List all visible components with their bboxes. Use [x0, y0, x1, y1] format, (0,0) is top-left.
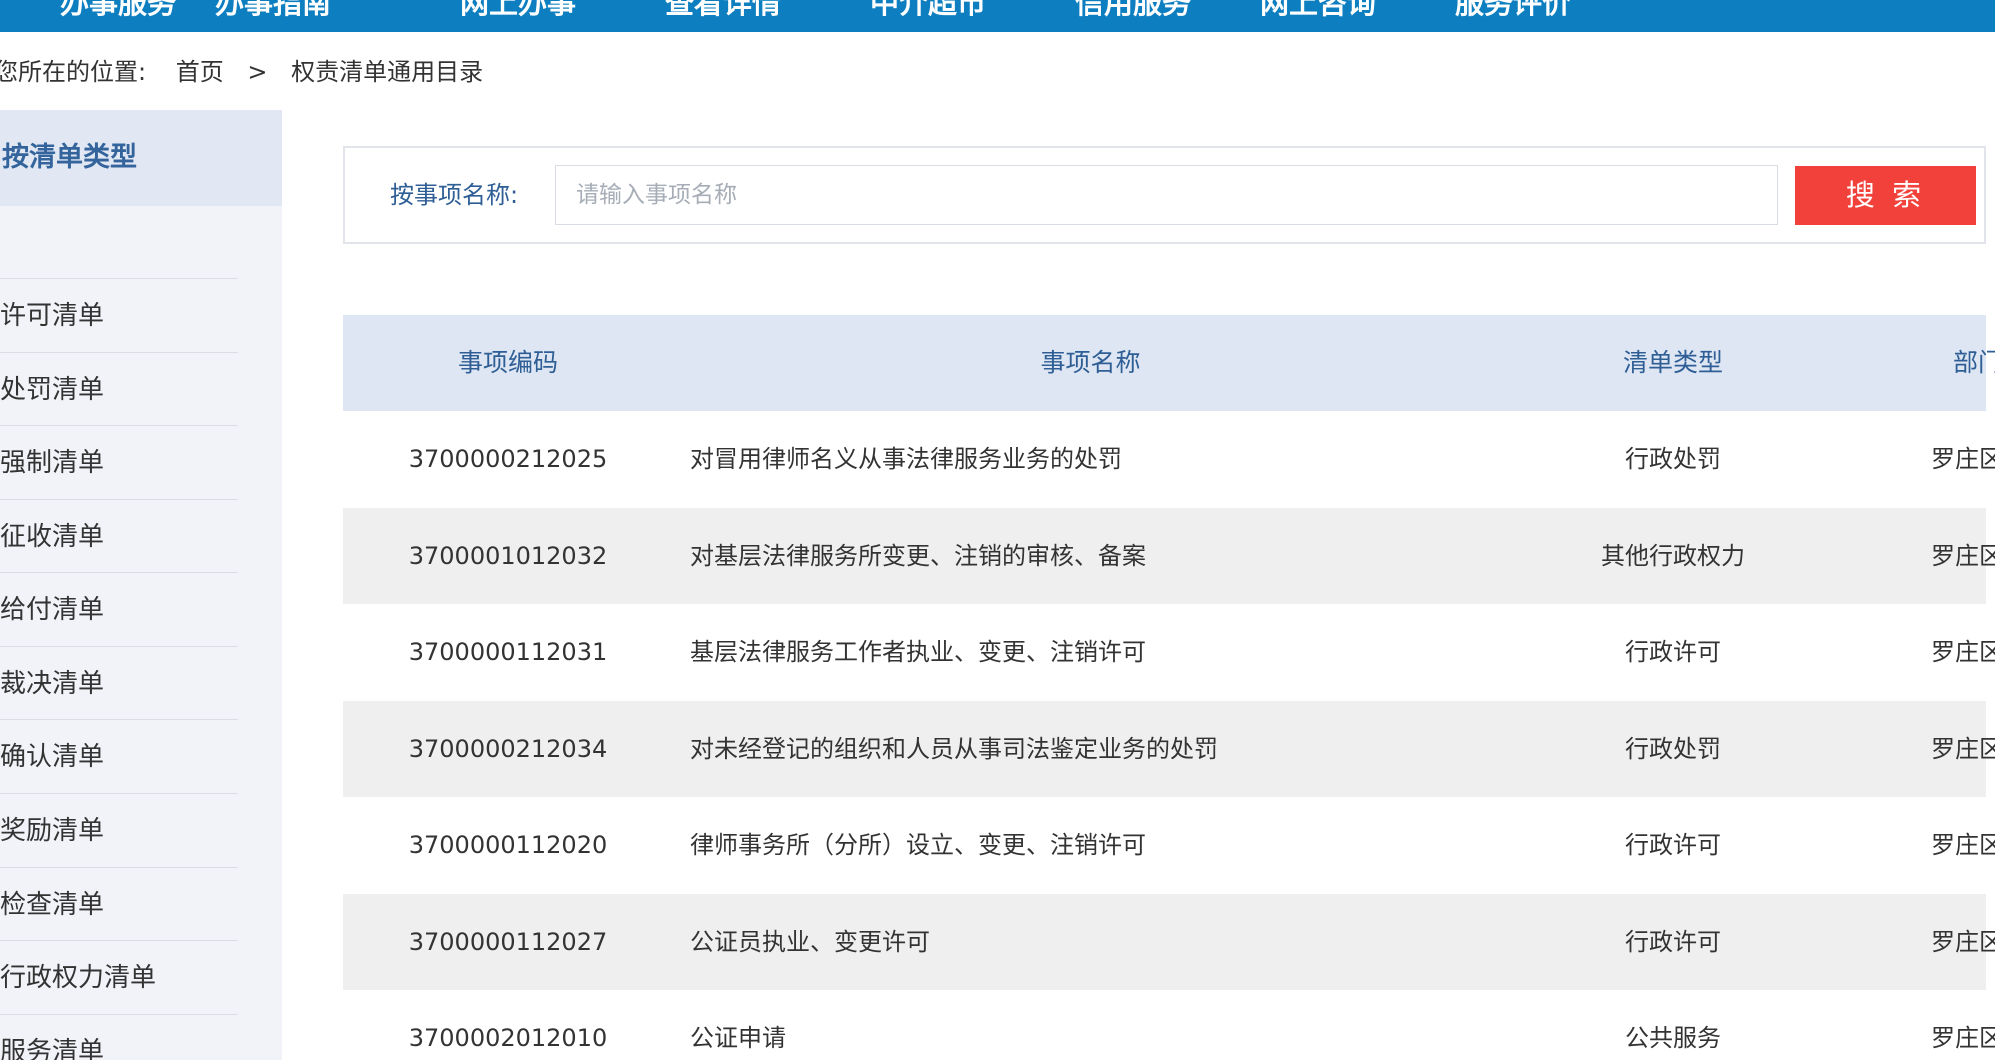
cell-name[interactable]: 律师事务所（分所）设立、变更、注销许可 [690, 797, 1490, 893]
cell-code: 3700000212034 [408, 734, 608, 763]
header-name: 事项名称 [1040, 348, 1141, 377]
sidebar-header: 按清单类型 [0, 110, 282, 206]
cell-name[interactable]: 对冒用律师名义从事法律服务业务的处罚 [690, 411, 1490, 507]
header-code: 事项编码 [457, 348, 558, 377]
cell-code: 3700000212025 [408, 445, 608, 473]
sidebar-item-penalty[interactable]: 处罚清单 [0, 352, 238, 426]
cell-dept: 罗庄区司法局 [1931, 541, 1995, 570]
cell-dept: 罗庄区司法局 [1931, 734, 1995, 763]
cell-dept: 罗庄区司法局 [1931, 445, 1995, 473]
nav-item-online[interactable]: 网上办事 [460, 0, 576, 20]
header-dept: 部门名称 [1952, 348, 1995, 377]
cell-type: 行政许可 [1625, 638, 1721, 666]
cell-dept: 罗庄区司法局 [1931, 831, 1995, 859]
cell-code: 3700000112020 [408, 831, 608, 859]
cell-code: 3700001012032 [408, 541, 608, 570]
cell-name[interactable]: 对基层法律服务所变更、注销的审核、备案 [690, 508, 1490, 604]
breadcrumb-separator: > [247, 58, 268, 86]
cell-name[interactable]: 基层法律服务工作者执业、变更、注销许可 [690, 604, 1490, 700]
results-table: 事项编码 事项名称 清单类型 部门名称 3700000212025 对冒用律师名… [343, 315, 1995, 1060]
nav-item-guide[interactable]: 办事指南 [215, 0, 331, 20]
cell-type: 行政许可 [1625, 831, 1721, 859]
search-input[interactable] [555, 165, 1778, 225]
table-row[interactable]: 3700000112027 公证员执业、变更许可 行政许可 罗庄区司法局 [343, 893, 1995, 990]
breadcrumb-current: 权责清单通用目录 [291, 58, 484, 86]
nav-item-details[interactable]: 查看详情 [665, 0, 781, 20]
sidebar-item-service[interactable]: 服务清单 [0, 1014, 238, 1060]
sidebar-item-inspection[interactable]: 检查清单 [0, 867, 238, 941]
nav-item-services[interactable]: 办事服务 [60, 0, 176, 20]
cell-type: 行政处罚 [1625, 445, 1721, 473]
sidebar-item-ruling[interactable]: 裁决清单 [0, 646, 238, 720]
nav-item-intermediary[interactable]: 中介超市 [870, 0, 986, 20]
sidebar-title: 按清单类型 [2, 142, 137, 173]
breadcrumb-home-link[interactable]: 首页 [176, 52, 224, 92]
nav-item-consult[interactable]: 网上咨询 [1260, 0, 1376, 20]
sidebar-item-enforcement[interactable]: 强制清单 [0, 425, 238, 499]
cell-name[interactable]: 对未经登记的组织和人员从事司法鉴定业务的处罚 [690, 701, 1490, 797]
cell-dept: 罗庄区司法局 [1931, 927, 1995, 956]
sidebar-item-license[interactable]: 许可清单 [0, 278, 238, 352]
sidebar: 按清单类型 许可清单 处罚清单 强制清单 征收清单 给付清单 裁决清单 确认清单… [0, 110, 282, 1060]
table-row[interactable]: 3700000112031 基层法律服务工作者执业、变更、注销许可 行政许可 罗… [343, 604, 1995, 701]
cell-name[interactable]: 公证申请 [690, 990, 1490, 1060]
table-row[interactable]: 3700002012010 公证申请 公共服务 罗庄区司法局 [343, 990, 1995, 1060]
sidebar-item-admin-power[interactable]: 行政权力清单 [0, 940, 238, 1014]
cell-dept: 罗庄区司法局 [1931, 638, 1995, 666]
cell-type: 行政许可 [1625, 927, 1721, 956]
sidebar-item-confirmation[interactable]: 确认清单 [0, 719, 238, 793]
header-type: 清单类型 [1622, 348, 1723, 377]
cell-name[interactable]: 公证员执业、变更许可 [690, 894, 1490, 990]
cell-type: 其他行政权力 [1601, 541, 1745, 570]
table-row[interactable]: 3700000112020 律师事务所（分所）设立、变更、注销许可 行政许可 罗… [343, 797, 1995, 894]
search-panel: 按事项名称: 搜 索 [343, 146, 1986, 244]
search-label: 按事项名称: [390, 181, 519, 209]
cell-code: 3700002012010 [408, 1024, 608, 1052]
cell-dept: 罗庄区司法局 [1931, 1024, 1995, 1052]
cell-type: 行政处罚 [1625, 734, 1721, 763]
nav-item-rating[interactable]: 服务评价 [1455, 0, 1571, 20]
table-row[interactable]: 3700000212034 对未经登记的组织和人员从事司法鉴定业务的处罚 行政处… [343, 700, 1995, 797]
breadcrumb-label: 您所在的位置: [0, 58, 147, 86]
table-row[interactable]: 3700000212025 对冒用律师名义从事法律服务业务的处罚 行政处罚 罗庄… [343, 411, 1995, 508]
cell-type: 公共服务 [1625, 1024, 1721, 1052]
cell-code: 3700000112031 [408, 638, 608, 666]
search-button[interactable]: 搜 索 [1795, 166, 1976, 225]
sidebar-item-reward[interactable]: 奖励清单 [0, 793, 238, 867]
breadcrumb: 您所在的位置: 首页 > 权责清单通用目录 [0, 52, 483, 92]
sidebar-item-payment[interactable]: 给付清单 [0, 572, 238, 646]
top-nav-bar: 办事服务 办事指南 网上办事 查看详情 中介超市 信用服务 网上咨询 服务评价 [0, 0, 1995, 32]
sidebar-item-levy[interactable]: 征收清单 [0, 499, 238, 573]
cell-code: 3700000112027 [408, 927, 608, 956]
nav-item-credit[interactable]: 信用服务 [1075, 0, 1191, 20]
table-header-row: 事项编码 事项名称 清单类型 部门名称 [343, 315, 1995, 411]
table-row[interactable]: 3700001012032 对基层法律服务所变更、注销的审核、备案 其他行政权力… [343, 507, 1995, 604]
